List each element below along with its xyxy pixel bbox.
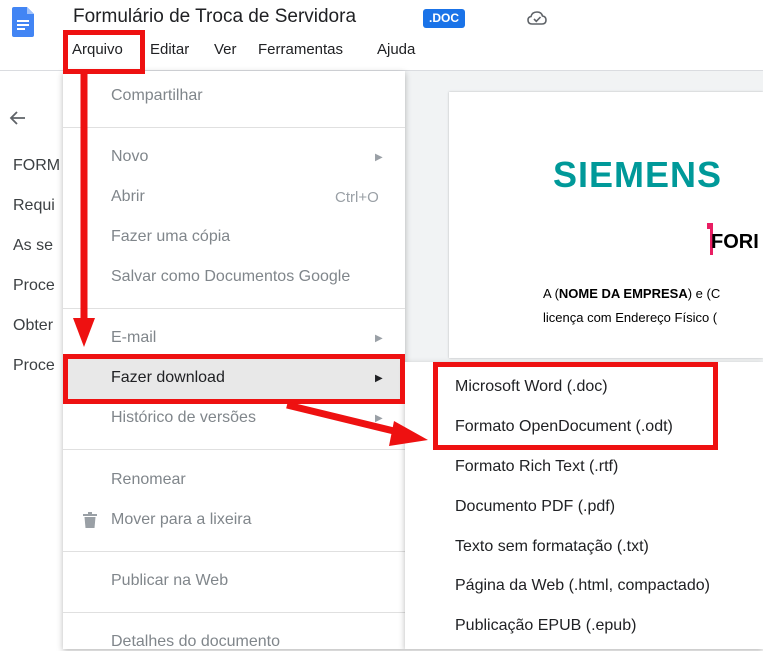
download-option-epub[interactable]: Publicação EPUB (.epub) <box>455 617 636 635</box>
menu-item-abrir[interactable]: Abrir <box>111 188 145 206</box>
download-option-html[interactable]: Página da Web (.html, compactado) <box>455 577 710 595</box>
menu-item-email[interactable]: E-mail <box>111 329 156 347</box>
back-arrow-icon[interactable] <box>8 108 28 128</box>
download-option-txt[interactable]: Texto sem formatação (.txt) <box>455 538 649 556</box>
document-paragraph: A (NOME DA EMPRESA) e (C <box>543 286 721 301</box>
outline-item[interactable]: As se <box>13 237 53 255</box>
menu-item-novo[interactable]: Novo <box>111 148 148 166</box>
annotation-box-formats <box>433 362 718 450</box>
shortcut-label: Ctrl+O <box>335 189 379 206</box>
submenu-arrow-icon: ▶ <box>375 333 383 344</box>
menu-item-historico-versoes[interactable]: Histórico de versões <box>111 409 256 427</box>
menu-separator <box>63 308 405 309</box>
menu-item-compartilhar[interactable]: Compartilhar <box>111 87 203 105</box>
cloud-saved-icon[interactable] <box>527 9 547 27</box>
siemens-logo: SIEMENS <box>553 154 723 195</box>
menu-ver[interactable]: Ver <box>214 41 237 58</box>
menu-separator <box>63 449 405 450</box>
annotation-box-arquivo <box>63 30 145 74</box>
annotation-box-download <box>63 354 405 404</box>
outline-item[interactable]: FORM <box>13 157 60 175</box>
document-paragraph: licença com Endereço Físico ( <box>543 310 718 325</box>
google-docs-icon[interactable] <box>12 7 34 37</box>
menu-ferramentas[interactable]: Ferramentas <box>258 41 343 58</box>
download-option-pdf[interactable]: Documento PDF (.pdf) <box>455 498 615 516</box>
outline-item[interactable]: Requi <box>13 197 55 215</box>
menu-item-publicar-web[interactable]: Publicar na Web <box>111 572 228 590</box>
file-type-badge: .DOC <box>423 9 465 28</box>
trash-icon <box>83 512 97 528</box>
document-title[interactable]: Formulário de Troca de Servidora <box>73 6 356 28</box>
outline-item[interactable]: Obter <box>13 317 53 335</box>
menu-item-fazer-copia[interactable]: Fazer uma cópia <box>111 228 230 246</box>
menu-item-mover-lixeira[interactable]: Mover para a lixeira <box>111 511 252 529</box>
document-heading: FORI <box>711 231 759 253</box>
outline-item[interactable]: Proce <box>13 277 55 295</box>
submenu-arrow-icon: ▶ <box>375 152 383 163</box>
menu-item-renomear[interactable]: Renomear <box>111 471 186 489</box>
menu-ajuda[interactable]: Ajuda <box>377 41 415 58</box>
menu-separator <box>63 612 405 613</box>
menu-item-salvar-como-docs[interactable]: Salvar como Documentos Google <box>111 268 350 286</box>
download-option-rtf[interactable]: Formato Rich Text (.rtf) <box>455 458 618 476</box>
menu-separator <box>63 551 405 552</box>
menu-item-detalhes-documento[interactable]: Detalhes do documento <box>111 633 280 651</box>
document-page[interactable]: SIEMENS FORI A (NOME DA EMPRESA) e (C li… <box>449 92 763 358</box>
menu-editar[interactable]: Editar <box>150 41 189 58</box>
menu-separator <box>63 127 405 128</box>
submenu-arrow-icon: ▶ <box>375 413 383 424</box>
outline-item[interactable]: Proce <box>13 357 55 375</box>
